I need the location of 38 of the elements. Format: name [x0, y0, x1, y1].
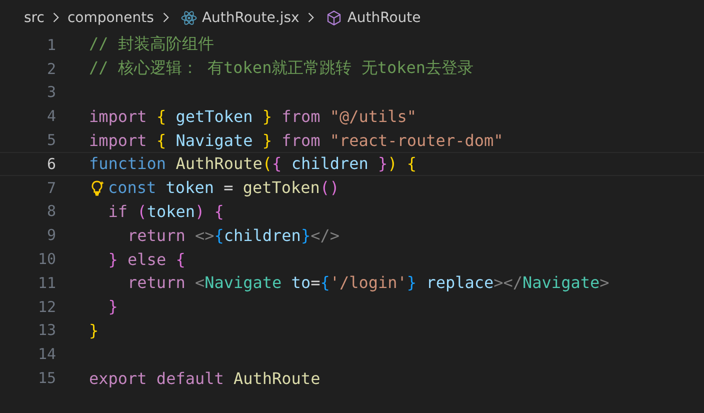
- line-number: 4: [46, 107, 56, 126]
- chevron-right-icon: [52, 12, 60, 23]
- breadcrumb-item[interactable]: AuthRoute.jsx: [202, 10, 300, 26]
- code-line: export default AuthRoute: [89, 368, 320, 388]
- line-number: 10: [36, 250, 56, 268]
- line-number: 2: [46, 60, 56, 78]
- chevron-right-icon: [162, 12, 169, 23]
- code-line: // 核心逻辑： 有token就正常跳转 无token去登录: [89, 58, 474, 80]
- line-number: 3: [46, 83, 56, 102]
- line-number: 11: [36, 274, 56, 292]
- code-line: import { getToken } from "@/utils": [89, 106, 417, 126]
- line-number: 12: [36, 298, 56, 316]
- line-number: 13: [36, 321, 56, 340]
- chevron-right-icon: [307, 12, 314, 23]
- code-line: } else {: [107, 250, 186, 269]
- line-number: 15: [36, 369, 56, 388]
- line-number: 1: [46, 36, 56, 54]
- code-line: const token = getToken(): [108, 178, 340, 198]
- code-line: return <>{children}</>: [126, 226, 340, 245]
- line-number: 8: [46, 202, 56, 220]
- line-number: 9: [46, 226, 56, 244]
- cube-icon: [326, 10, 342, 26]
- line-number: 14: [36, 345, 56, 364]
- code-line: if (token) {: [107, 202, 224, 221]
- code-line: function AuthRoute({ children }) {: [89, 154, 417, 174]
- code-line: import { Navigate } from "react-router-dom": [89, 130, 504, 150]
- code-line: // 封装高阶组件: [89, 34, 214, 56]
- code-line: }: [89, 320, 99, 340]
- code-line: }: [107, 297, 118, 316]
- line-number: 6: [46, 154, 56, 173]
- breadcrumb-item[interactable]: components: [67, 10, 154, 26]
- code-line: return <Navigate to={'/login'} replace></Navigate>: [126, 273, 610, 292]
- breadcrumb-item[interactable]: src: [24, 10, 44, 26]
- breadcrumb-item[interactable]: AuthRoute: [347, 10, 421, 26]
- atom-icon: [180, 10, 197, 26]
- line-number: 7: [46, 178, 56, 197]
- lightbulb-icon[interactable]: [89, 180, 105, 196]
- line-number: 5: [46, 131, 56, 150]
